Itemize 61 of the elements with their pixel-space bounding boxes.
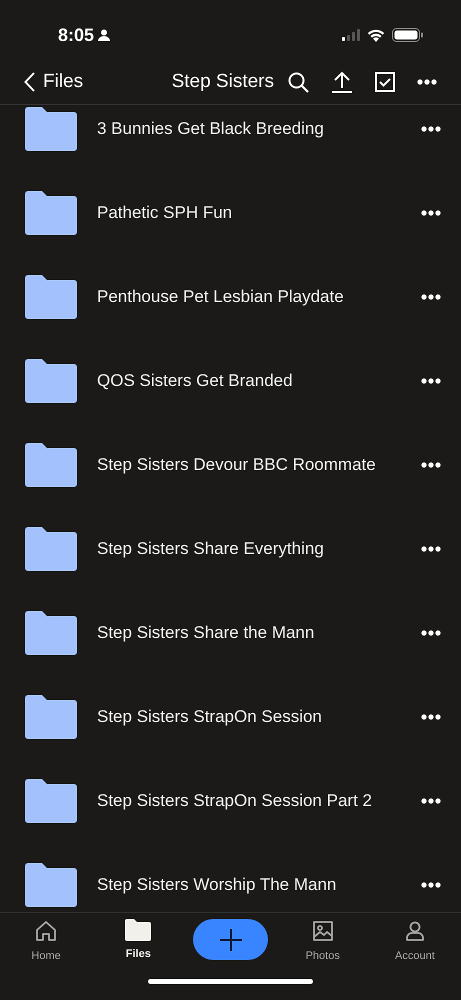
folder-name: QOS Sisters Get Branded [97,370,293,392]
folder-name: Step Sisters StrapOn Session Part 2 [97,790,372,812]
folder-icon [25,359,77,403]
folder-name: Step Sisters StrapOn Session [97,706,322,728]
signal-icon [342,29,360,41]
tab-item[interactable]: Account [395,919,435,964]
folder-row[interactable]: Step Sisters Share Everything [0,507,461,591]
folder-icon [25,527,77,571]
folder-row[interactable]: QOS Sisters Get Branded [0,339,461,423]
page-title: Step Sisters [172,70,274,94]
folder-row[interactable]: Pathetic SPH Fun [0,171,461,255]
more-icon[interactable] [421,798,441,804]
folder-icon [25,443,77,487]
folder-name: 3 Bunnies Get Black Breeding [97,118,324,140]
person-icon [98,29,110,41]
folder-icon [25,863,77,907]
plus-icon [220,928,242,950]
folder-icon [25,191,77,235]
add-button[interactable] [193,919,268,960]
folder-name: Penthouse Pet Lesbian Playdate [97,286,344,308]
folder-icon [25,695,77,739]
folder-row[interactable]: Step Sisters Devour BBC Roommate [0,423,461,507]
chevron-left-icon [24,72,35,92]
more-icon[interactable] [421,294,441,300]
folder-name: Pathetic SPH Fun [97,202,232,224]
folder-row[interactable]: Step Sisters Share the Mann [0,591,461,675]
folder-icon [25,611,77,655]
home-icon [34,919,58,943]
more-icon[interactable] [421,714,441,720]
folder-icon [25,275,77,319]
tab-item[interactable]: Files [125,919,152,962]
folder-row[interactable]: Penthouse Pet Lesbian Playdate [0,255,461,339]
image-icon [310,919,335,943]
more-icon[interactable] [421,210,441,216]
folder-name: Step Sisters Worship The Mann [97,874,336,896]
folder-icon [125,919,152,941]
more-icon[interactable] [417,79,437,85]
folder-icon [25,779,77,823]
more-icon[interactable] [421,378,441,384]
checkbox-icon[interactable] [375,72,395,92]
folder-name: Step Sisters Devour BBC Roommate [97,454,376,476]
folder-icon [25,107,77,151]
more-icon[interactable] [421,882,441,888]
wifi-icon [367,28,385,42]
more-icon[interactable] [421,462,441,468]
back-button[interactable]: Files [24,68,84,96]
tab-item[interactable]: Home [31,919,61,964]
more-icon[interactable] [421,630,441,636]
folder-row[interactable]: 3 Bunnies Get Black Breeding [0,105,461,171]
folder-name: Step Sisters Share Everything [97,538,324,560]
folder-row[interactable]: Step Sisters StrapOn Session Part 2 [0,759,461,843]
battery-icon [392,28,423,42]
search-icon[interactable] [288,72,309,92]
more-icon[interactable] [421,126,441,132]
folder-row[interactable]: Step Sisters StrapOn Session [0,675,461,759]
tab-item[interactable]: Photos [306,919,340,964]
folder-row[interactable]: Step Sisters Worship The Mann [0,843,461,912]
more-icon[interactable] [421,546,441,552]
folder-name: Step Sisters Share the Mann [97,622,314,644]
status-time: 8:05 [58,24,94,46]
upload-icon[interactable] [331,71,353,93]
